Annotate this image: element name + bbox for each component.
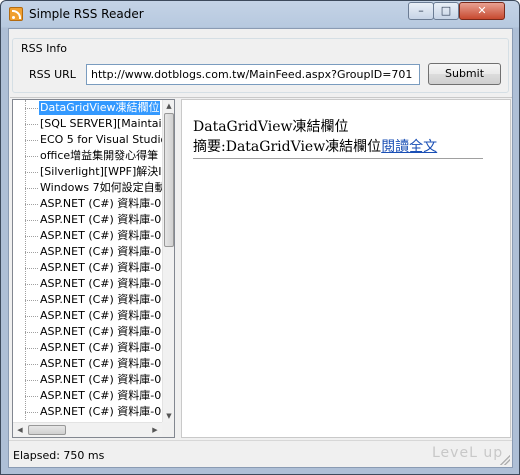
tree-item-label: ASP.NET (C#) 資料庫-02: [40, 197, 162, 210]
tree-item-label: ASP.NET (C#) 資料庫-02: [40, 373, 162, 386]
tree-item[interactable]: ASP.NET (C#) 資料庫-02: [13, 276, 162, 292]
tree-branch-line: [25, 156, 38, 157]
tree-item[interactable]: ASP.NET (C#) 資料庫-02: [13, 388, 162, 404]
horizontal-scroll-thumb[interactable]: [28, 425, 66, 435]
tree-item[interactable]: ASP.NET (C#) 資料庫-02: [13, 196, 162, 212]
tree-item-label: ASP.NET (C#) 資料庫-02: [40, 389, 162, 402]
tree-item-label: ASP.NET (C#) 資料庫-02: [40, 229, 162, 242]
tree-branch-line: [25, 236, 38, 237]
tree-branch-line: [25, 204, 38, 205]
tree-item-label: ASP.NET (C#) 資料庫-02: [40, 309, 162, 322]
tree-branch-line: [25, 188, 38, 189]
tree-branch-line: [25, 268, 38, 269]
scroll-right-icon[interactable]: ▶: [148, 423, 162, 437]
vertical-scroll-thumb[interactable]: [164, 113, 174, 247]
tree-item-label: ASP.NET (C#) 資料庫-02: [40, 213, 162, 226]
tree-item[interactable]: ASP.NET (C#) 資料庫-02: [13, 340, 162, 356]
client-area: RSS Info RSS URL http://www.dotblogs.com…: [8, 28, 513, 468]
rss-app-icon: [9, 7, 23, 21]
window-title: Simple RSS Reader: [29, 7, 144, 21]
tree-item-label: ASP.NET (C#) 資料庫-02: [40, 325, 162, 338]
tree-item[interactable]: DataGridView凍結欄位: [13, 100, 162, 116]
rss-info-group: RSS Info RSS URL http://www.dotblogs.com…: [12, 38, 509, 93]
tree-branch-line: [25, 316, 38, 317]
tree-item-label: Windows 7如何設定自動: [40, 181, 162, 194]
tree-item[interactable]: ASP.NET (C#) 資料庫-02: [13, 324, 162, 340]
tree-branch-line: [25, 364, 38, 365]
scroll-left-icon[interactable]: ◀: [13, 423, 27, 437]
tree-branch-line: [25, 300, 38, 301]
tree-item[interactable]: ASP.NET (C#) 資料庫-02: [13, 244, 162, 260]
feed-tree[interactable]: DataGridView凍結欄位 [SQL SERVER][Maintain] EC…: [12, 99, 175, 438]
tree-item-label: ASP.NET (C#) 資料庫-02: [40, 341, 162, 354]
tree-item[interactable]: [SQL SERVER][Maintain]: [13, 116, 162, 132]
tree-items: DataGridView凍結欄位 [SQL SERVER][Maintain] EC…: [13, 100, 162, 420]
tree-branch-line: [25, 108, 38, 109]
tree-item-label: ASP.NET (C#) 資料庫-02: [40, 261, 162, 274]
app-window: Simple RSS Reader – □ ✕ RSS Info RSS URL…: [0, 0, 520, 475]
tree-item[interactable]: [Silverlight][WPF]解決Ima: [13, 164, 162, 180]
tree-branch-line: [25, 396, 38, 397]
read-more-link[interactable]: 閱讀全文: [381, 139, 437, 155]
rss-url-label: RSS URL: [29, 68, 76, 81]
tree-item[interactable]: ASP.NET (C#) 資料庫-02: [13, 308, 162, 324]
tree-horizontal-scrollbar[interactable]: ◀ ▶: [13, 422, 162, 437]
article-summary: 摘要:DataGridView凍結欄位閱讀全文: [193, 136, 437, 156]
tree-item-label: ASP.NET (C#) 資料庫-02: [40, 277, 162, 290]
tree-branch-line: [25, 332, 38, 333]
tree-branch-line: [25, 348, 38, 349]
tree-branch-line: [25, 220, 38, 221]
submit-button[interactable]: Submit: [428, 63, 501, 85]
title-bar[interactable]: Simple RSS Reader – □ ✕: [1, 1, 519, 28]
tree-item-label: ASP.NET (C#) 資料庫-02: [40, 293, 162, 306]
tree-branch-line: [25, 412, 38, 413]
close-button[interactable]: ✕: [459, 2, 505, 20]
scroll-up-icon[interactable]: ▲: [163, 100, 174, 112]
tree-item[interactable]: ASP.NET (C#) 資料庫-02: [13, 356, 162, 372]
tree-item[interactable]: ASP.NET (C#) 資料庫-02: [13, 292, 162, 308]
tree-branch-line: [25, 252, 38, 253]
tree-item-label: ECO 5 for Visual Studio 簡: [40, 133, 162, 146]
tree-item-label: ASP.NET (C#) 資料庫-02: [40, 357, 162, 370]
article-divider: [193, 158, 483, 159]
tree-branch-line: [25, 124, 38, 125]
tree-item[interactable]: office增益集開發心得筆: [13, 148, 162, 164]
scroll-down-icon[interactable]: ▼: [163, 410, 174, 422]
tree-vertical-scrollbar[interactable]: ▲ ▼: [162, 100, 174, 422]
tree-item-label: [Silverlight][WPF]解決Ima: [40, 165, 162, 178]
tree-item-label: ASP.NET (C#) 資料庫-02: [40, 245, 162, 258]
tree-item[interactable]: ASP.NET (C#) 資料庫-02: [13, 212, 162, 228]
tree-item[interactable]: ASP.NET (C#) 資料庫-02: [13, 228, 162, 244]
tree-branch-line: [25, 380, 38, 381]
tree-item-label: ASP.NET (C#) 資料庫-02: [40, 405, 162, 418]
split-container: DataGridView凍結欄位 [SQL SERVER][Maintain] EC…: [10, 97, 512, 438]
tree-branch-line: [25, 172, 38, 173]
article-title: DataGridView凍結欄位: [193, 119, 349, 135]
elapsed-status: Elapsed: 750 ms: [13, 449, 105, 462]
tree-branch-line: [25, 140, 38, 141]
scroll-corner: [162, 422, 174, 437]
tree-item-label: DataGridView凍結欄位: [39, 101, 161, 115]
tree-item[interactable]: ASP.NET (C#) 資料庫-02: [13, 372, 162, 388]
tree-item[interactable]: ECO 5 for Visual Studio 簡: [13, 132, 162, 148]
tree-item-label: office增益集開發心得筆: [40, 149, 159, 162]
tree-item-label: [SQL SERVER][Maintain]: [40, 117, 162, 130]
article-panel: DataGridView凍結欄位 摘要:DataGridView凍結欄位閱讀全文: [181, 99, 511, 438]
group-title: RSS Info: [19, 42, 69, 55]
tree-branch-line: [25, 284, 38, 285]
summary-text: 摘要:DataGridView凍結欄位: [193, 139, 382, 155]
rss-url-input[interactable]: http://www.dotblogs.com.tw/MainFeed.aspx…: [86, 64, 420, 85]
tree-item[interactable]: ASP.NET (C#) 資料庫-02: [13, 260, 162, 276]
maximize-button[interactable]: □: [433, 2, 459, 20]
watermark: LeveL up: [432, 445, 504, 461]
tree-item[interactable]: ASP.NET (C#) 資料庫-02: [13, 404, 162, 420]
minimize-button[interactable]: –: [408, 2, 434, 20]
tree-item[interactable]: Windows 7如何設定自動: [13, 180, 162, 196]
